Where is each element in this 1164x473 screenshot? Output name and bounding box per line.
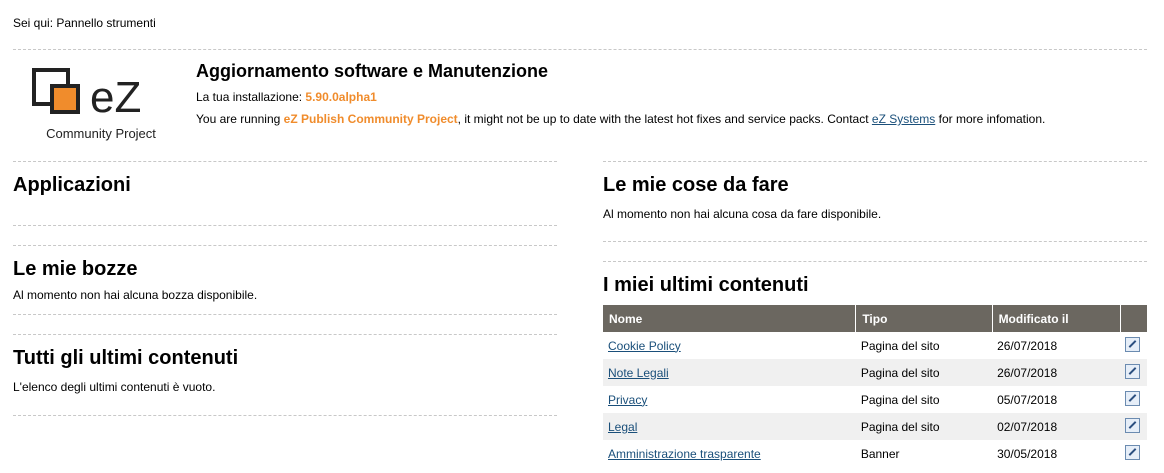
edit-icon[interactable] [1125,417,1141,433]
divider [603,261,1147,262]
content-link[interactable]: Cookie Policy [608,339,681,353]
content-modified: 02/07/2018 [992,413,1121,440]
ez-logo-icon: eZ [32,68,141,122]
table-row: Cookie Policy Pagina del sito 26/07/2018 [603,332,1147,359]
content-type: Pagina del sito [855,359,993,386]
logo-mark: eZ [90,73,141,122]
table-row: Amministrazione trasparente Banner 30/05… [603,440,1147,467]
content-type: Pagina del sito [860,392,940,407]
content-modified: 26/07/2018 [992,359,1121,386]
column-header-name[interactable]: Nome [603,305,857,332]
drafts-title: Le mie bozze [13,258,138,280]
contact-link[interactable]: eZ Systems [872,112,935,126]
content-type: Pagina del sito [855,413,993,440]
drafts-empty: Al momento non hai alcuna bozza disponib… [13,288,258,302]
divider [13,49,1147,50]
table-row: Note Legali Pagina del sito 26/07/2018 [603,359,1147,386]
divider [13,415,557,416]
product-name: eZ Publish Community Project [283,112,458,126]
content-link[interactable]: Privacy [608,393,647,407]
table-row: Privacy Pagina del sito 05/07/2018 [603,386,1147,413]
content-modified: 30/05/2018 [997,446,1058,461]
edit-icon[interactable] [1125,363,1141,379]
edit-icon[interactable] [1125,444,1141,460]
divider [13,225,557,226]
content-link[interactable]: Legal [608,420,637,434]
content-modified: 26/07/2018 [997,338,1058,353]
content-modified: 05/07/2018 [997,392,1058,407]
content-link[interactable]: Amministrazione trasparente [608,447,761,461]
install-label: La tua installazione: [196,90,303,104]
table-row: Legal Pagina del sito 02/07/2018 [603,413,1147,440]
todo-empty: Al momento non hai alcuna cosa da fare d… [603,207,882,221]
column-header-edit [1120,305,1147,332]
divider [603,241,1147,242]
divider [13,161,557,162]
column-header-type[interactable]: Tipo [855,305,993,332]
running-prefix: You are running [196,112,281,126]
all-latest-title: Tutti gli ultimi contenuti [13,347,239,369]
applications-title: Applicazioni [13,174,131,196]
my-latest-title: I miei ultimi contenuti [603,274,809,296]
running-suffix: for more infomation. [938,112,1046,126]
logo-caption: Community Project [46,126,156,141]
version: 5.90.0alpha1 [305,90,377,104]
breadcrumb: Sei qui: Pannello strumenti [13,16,156,30]
todo-title: Le mie cose da fare [603,174,789,196]
divider [13,314,557,315]
content-type: Banner [860,446,900,461]
running-mid: , it might not be up to date with the la… [457,112,869,126]
divider [13,245,557,246]
edit-icon[interactable] [1125,390,1141,406]
running-notice: You are running eZ Publish Community Pro… [196,112,1045,126]
divider [603,161,1147,162]
installation-line: La tua installazione: 5.90.0alpha1 [196,90,377,104]
my-latest-table: Nome Tipo Modificato il Cookie Policy Pa… [603,305,1147,467]
all-latest-empty: L'elenco degli ultimi contenuti è vuoto. [13,380,216,394]
divider [13,334,557,335]
content-link[interactable]: Note Legali [608,366,669,380]
update-title: Aggiornamento software e Manutenzione [196,61,549,81]
table-header-row: Nome Tipo Modificato il [603,305,1147,332]
edit-icon[interactable] [1125,336,1141,352]
column-header-modified[interactable]: Modificato il [992,305,1121,332]
content-type: Pagina del sito [860,338,940,353]
ez-logo: eZ Community Project [26,64,176,144]
